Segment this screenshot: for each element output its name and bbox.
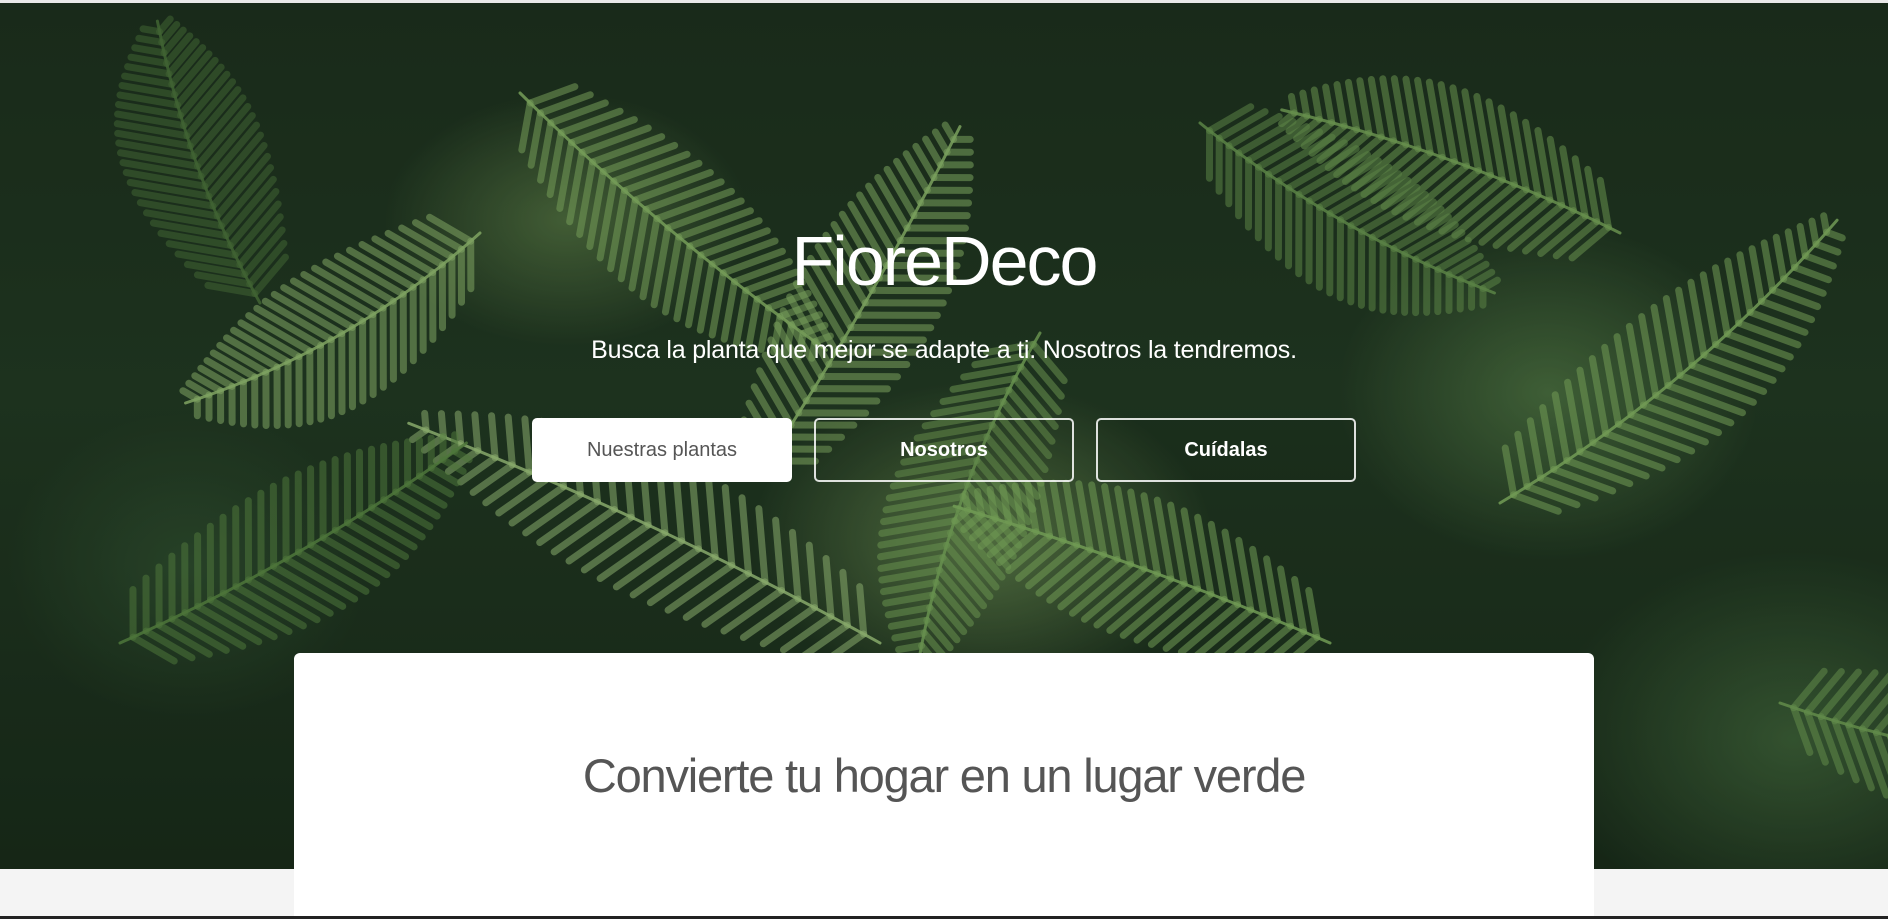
our-plants-button[interactable]: Nuestras plantas — [532, 418, 792, 482]
hero-button-group: Nuestras plantas Nosotros Cuídalas — [532, 418, 1356, 482]
intro-heading: Convierte tu hogar en un lugar verde — [582, 749, 1307, 802]
intro-card: Convierte tu hogar en un lugar verde — [294, 653, 1594, 919]
brand-title: FioreDeco — [791, 222, 1099, 300]
hero-tagline: Busca la planta que mejor se adapte a ti… — [591, 336, 1297, 364]
about-us-button[interactable]: Nosotros — [814, 418, 1074, 482]
care-guide-button[interactable]: Cuídalas — [1096, 418, 1356, 482]
